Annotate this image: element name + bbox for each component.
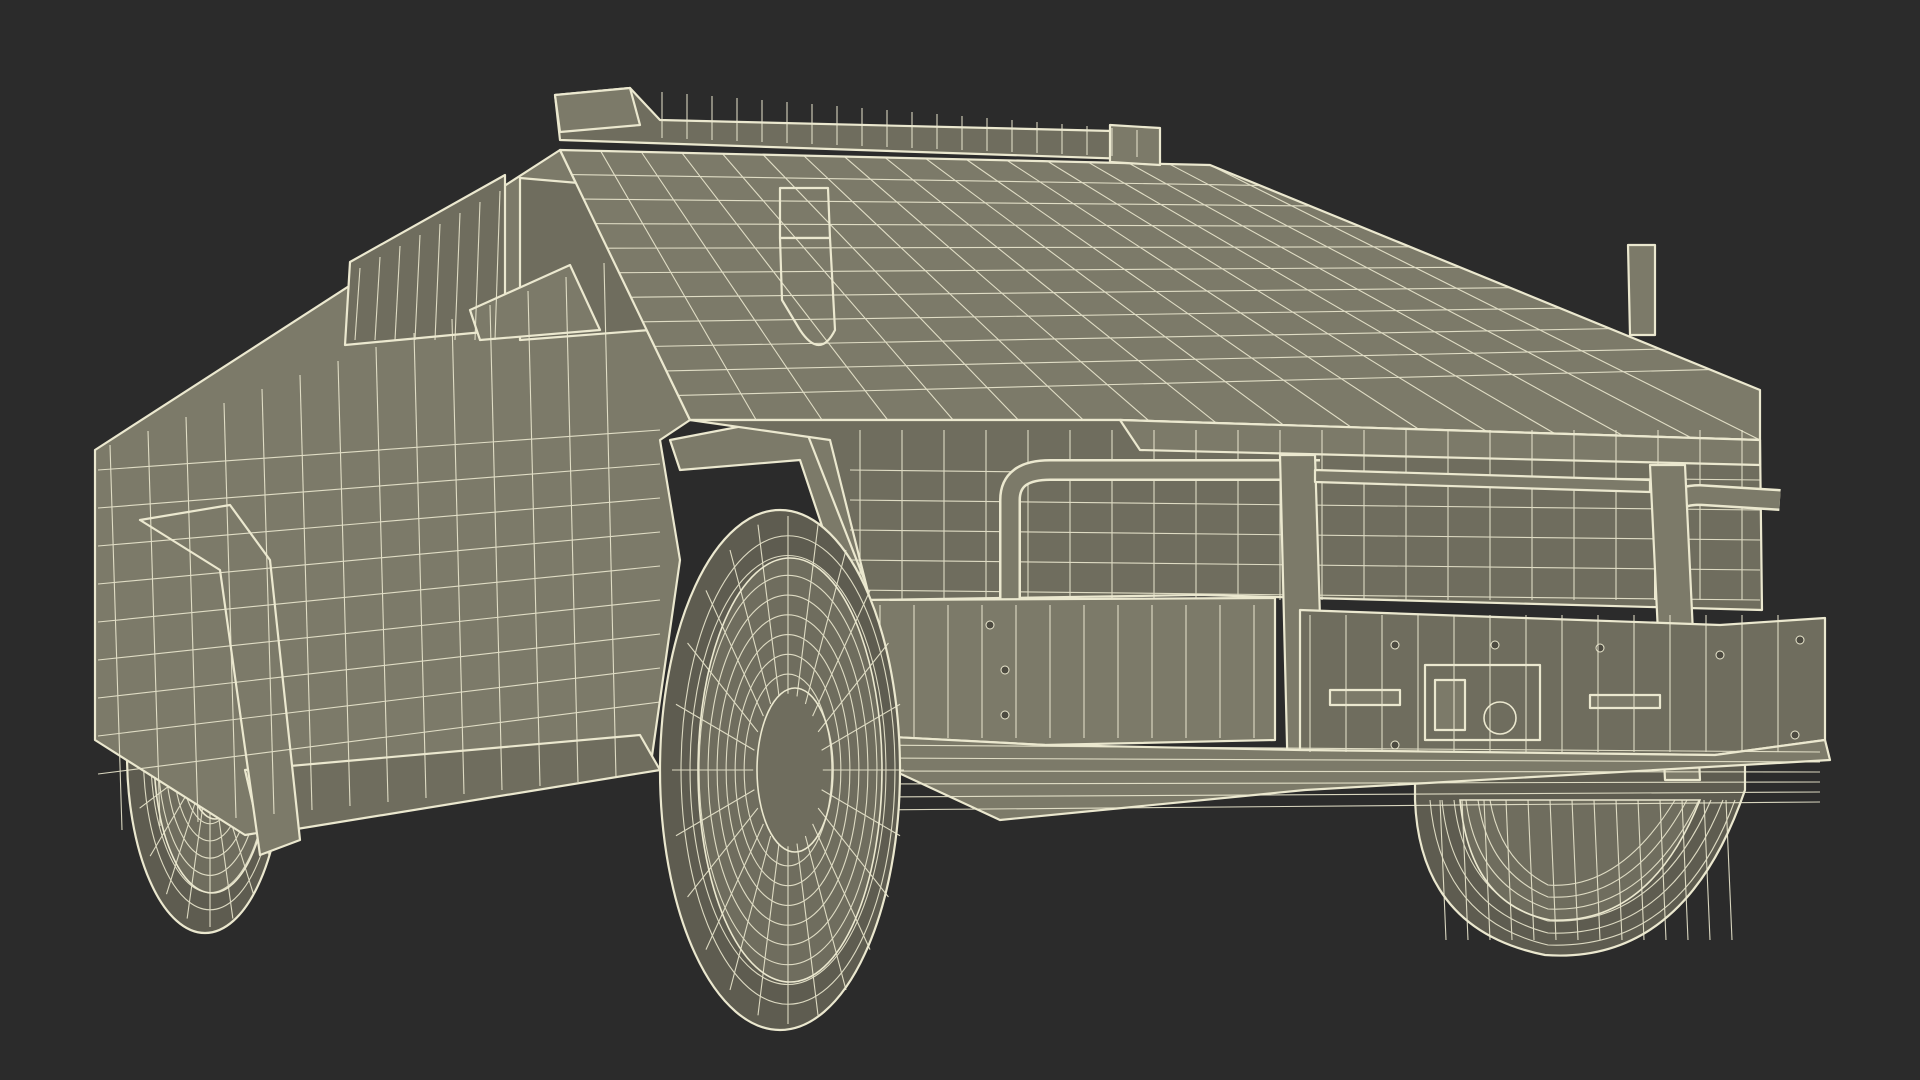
vehicle-wireframe-render	[93, 86, 1832, 1032]
body-roof-hood	[553, 86, 1762, 442]
render-viewport	[0, 0, 1920, 1080]
